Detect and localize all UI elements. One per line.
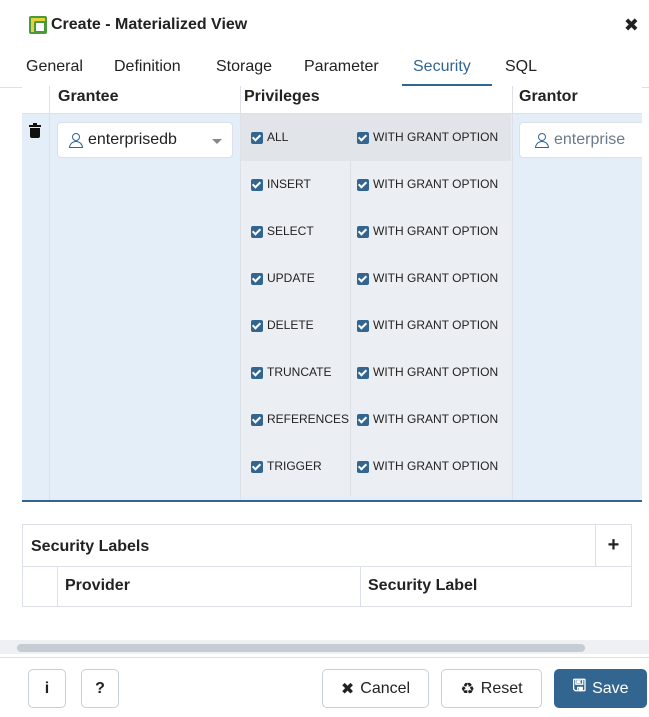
privilege-label: DELETE bbox=[267, 318, 314, 332]
tab-storage[interactable]: Storage bbox=[216, 56, 272, 86]
tab-definition[interactable]: Definition bbox=[114, 56, 181, 86]
delete-row-icon[interactable] bbox=[29, 123, 41, 138]
recycle-icon: ♻ bbox=[460, 680, 475, 698]
materialized-view-icon bbox=[29, 16, 47, 34]
scrollbar-thumb[interactable] bbox=[17, 644, 585, 652]
grant-option-checkbox-references[interactable] bbox=[357, 414, 369, 426]
save-icon: 🖫 bbox=[572, 678, 587, 695]
privilege-checkbox-insert[interactable] bbox=[251, 179, 263, 191]
security-labels-title: Security Labels bbox=[31, 538, 150, 555]
privilege-checkbox-truncate[interactable] bbox=[251, 367, 263, 379]
grant-option-checkbox-trigger[interactable] bbox=[357, 461, 369, 473]
grant-option-label: WITH GRANT OPTION bbox=[373, 177, 499, 191]
privileges-grid: Grantee Privileges Grantor enterprisedb … bbox=[22, 86, 642, 502]
grantee-header: Grantee bbox=[58, 88, 119, 105]
tab-bar: General Definition Storage Parameter Sec… bbox=[0, 56, 649, 88]
grant-option-checkbox-truncate[interactable] bbox=[357, 367, 369, 379]
privilege-checkbox-update[interactable] bbox=[251, 273, 263, 285]
help-button[interactable]: ? bbox=[81, 669, 119, 708]
grant-option-label: WITH GRANT OPTION bbox=[373, 318, 499, 332]
security-labels-panel: Security Labels + Provider Security Labe… bbox=[22, 524, 632, 607]
privilege-checkbox-delete[interactable] bbox=[251, 320, 263, 332]
chevron-down-icon[interactable] bbox=[212, 139, 222, 144]
cancel-label: Cancel bbox=[360, 679, 411, 697]
user-icon bbox=[68, 132, 84, 148]
privilege-row-trigger: TRIGGER WITH GRANT OPTION bbox=[241, 443, 511, 490]
info-button[interactable]: i bbox=[28, 669, 66, 708]
security-labels-columns: Provider Security Label bbox=[23, 567, 631, 606]
reset-label: Reset bbox=[480, 679, 523, 697]
privilege-label: INSERT bbox=[267, 177, 311, 191]
dialog-title: Create - Materialized View bbox=[51, 16, 248, 33]
save-button[interactable]: 🖫 Save bbox=[554, 669, 647, 708]
privilege-row-all: ALL WITH GRANT OPTION bbox=[241, 114, 511, 161]
grant-option-checkbox-all[interactable] bbox=[357, 132, 369, 144]
grant-option-checkbox-update[interactable] bbox=[357, 273, 369, 285]
close-icon: ✖ bbox=[340, 680, 355, 698]
privileges-cell: ALL WITH GRANT OPTION INSERT WITH GRANT … bbox=[241, 114, 511, 496]
grant-option-label: WITH GRANT OPTION bbox=[373, 459, 499, 473]
privilege-label: TRUNCATE bbox=[267, 365, 332, 379]
table-row: enterprisedb ALL WITH GRANT OPTION INSER… bbox=[22, 114, 642, 500]
cancel-button[interactable]: ✖ Cancel bbox=[322, 669, 429, 708]
grantor-header: Grantor bbox=[519, 88, 578, 105]
grant-option-checkbox-select[interactable] bbox=[357, 226, 369, 238]
privilege-row-references: REFERENCES WITH GRANT OPTION bbox=[241, 396, 511, 443]
reset-button[interactable]: ♻ Reset bbox=[441, 669, 542, 708]
help-icon: ? bbox=[95, 679, 105, 697]
close-icon[interactable]: ✖ bbox=[624, 15, 639, 36]
security-labels-header: Security Labels + bbox=[23, 525, 631, 567]
privilege-checkbox-all[interactable] bbox=[251, 132, 263, 144]
privilege-checkbox-select[interactable] bbox=[251, 226, 263, 238]
grant-option-label: WITH GRANT OPTION bbox=[373, 130, 499, 144]
privilege-label: REFERENCES bbox=[267, 412, 350, 426]
tab-sql[interactable]: SQL bbox=[505, 56, 537, 86]
grantee-cell: enterprisedb bbox=[50, 114, 240, 500]
grantee-value: enterprisedb bbox=[88, 131, 177, 148]
privilege-checkbox-references[interactable] bbox=[251, 414, 263, 426]
tab-security[interactable]: Security bbox=[402, 56, 492, 87]
grid-header: Grantee Privileges Grantor bbox=[22, 86, 642, 114]
privilege-checkbox-trigger[interactable] bbox=[251, 461, 263, 473]
grant-option-label: WITH GRANT OPTION bbox=[373, 224, 499, 238]
privilege-row-insert: INSERT WITH GRANT OPTION bbox=[241, 161, 511, 208]
privilege-label: ALL bbox=[267, 130, 289, 144]
privilege-label: UPDATE bbox=[267, 271, 315, 285]
grant-option-label: WITH GRANT OPTION bbox=[373, 412, 499, 426]
grant-option-label: WITH GRANT OPTION bbox=[373, 365, 499, 379]
privilege-row-truncate: TRUNCATE WITH GRANT OPTION bbox=[241, 349, 511, 396]
grantor-value: enterprise bbox=[554, 131, 626, 148]
privilege-row-update: UPDATE WITH GRANT OPTION bbox=[241, 255, 511, 302]
grant-option-label: WITH GRANT OPTION bbox=[373, 271, 499, 285]
save-label: Save bbox=[592, 679, 629, 697]
title-bar: Create - Materialized View ✖ bbox=[0, 0, 649, 48]
grantee-select[interactable]: enterprisedb bbox=[57, 122, 233, 158]
add-security-label-button[interactable]: + bbox=[595, 525, 631, 567]
tab-general[interactable]: General bbox=[26, 56, 83, 86]
user-icon bbox=[534, 132, 550, 148]
privilege-row-delete: DELETE WITH GRANT OPTION bbox=[241, 302, 511, 349]
privilege-label: SELECT bbox=[267, 224, 314, 238]
security-label-column-header: Security Label bbox=[368, 577, 478, 594]
grant-option-checkbox-delete[interactable] bbox=[357, 320, 369, 332]
grantor-cell: enterprise bbox=[513, 114, 642, 500]
privilege-row-select: SELECT WITH GRANT OPTION bbox=[241, 208, 511, 255]
provider-column-header: Provider bbox=[65, 577, 130, 594]
privilege-label: TRIGGER bbox=[267, 459, 322, 473]
privileges-header: Privileges bbox=[244, 88, 320, 105]
grantor-select[interactable]: enterprise bbox=[519, 122, 642, 158]
info-icon: i bbox=[44, 679, 50, 697]
grant-option-checkbox-insert[interactable] bbox=[357, 179, 369, 191]
tab-parameter[interactable]: Parameter bbox=[304, 56, 379, 86]
